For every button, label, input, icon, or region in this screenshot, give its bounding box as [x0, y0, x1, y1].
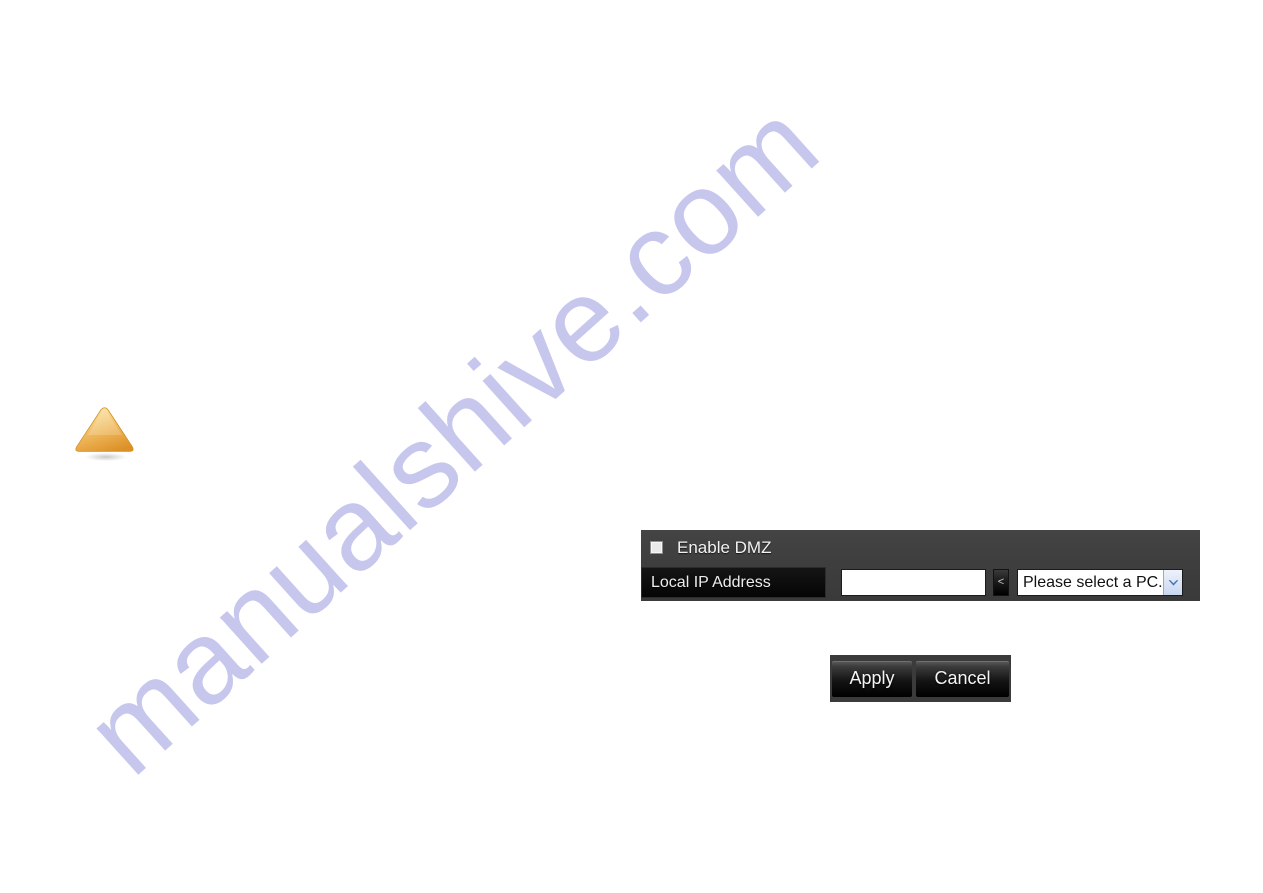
pick-pc-button[interactable]: <: [993, 569, 1009, 596]
local-ip-input[interactable]: [841, 569, 986, 596]
pc-select[interactable]: Please select a PC.: [1017, 569, 1183, 596]
page-watermark: manualshive.com: [0, 0, 1263, 893]
chevron-down-icon[interactable]: [1163, 570, 1182, 595]
apply-button[interactable]: Apply: [832, 660, 912, 697]
warning-triangle-icon: [72, 405, 138, 463]
cancel-button[interactable]: Cancel: [916, 660, 1009, 697]
local-ip-row: Local IP Address < Please select a PC.: [641, 564, 1200, 601]
enable-dmz-label: Enable DMZ: [677, 537, 772, 557]
local-ip-label: Local IP Address: [641, 567, 826, 598]
enable-dmz-checkbox[interactable]: [650, 540, 663, 554]
action-bar: Apply Cancel: [830, 655, 1011, 702]
watermark-text: manualshive.com: [61, 77, 844, 800]
pc-select-value: Please select a PC.: [1023, 573, 1163, 591]
dmz-settings-panel: Enable DMZ Local IP Address < Please sel…: [641, 530, 1200, 601]
enable-dmz-row[interactable]: Enable DMZ: [641, 530, 1200, 564]
